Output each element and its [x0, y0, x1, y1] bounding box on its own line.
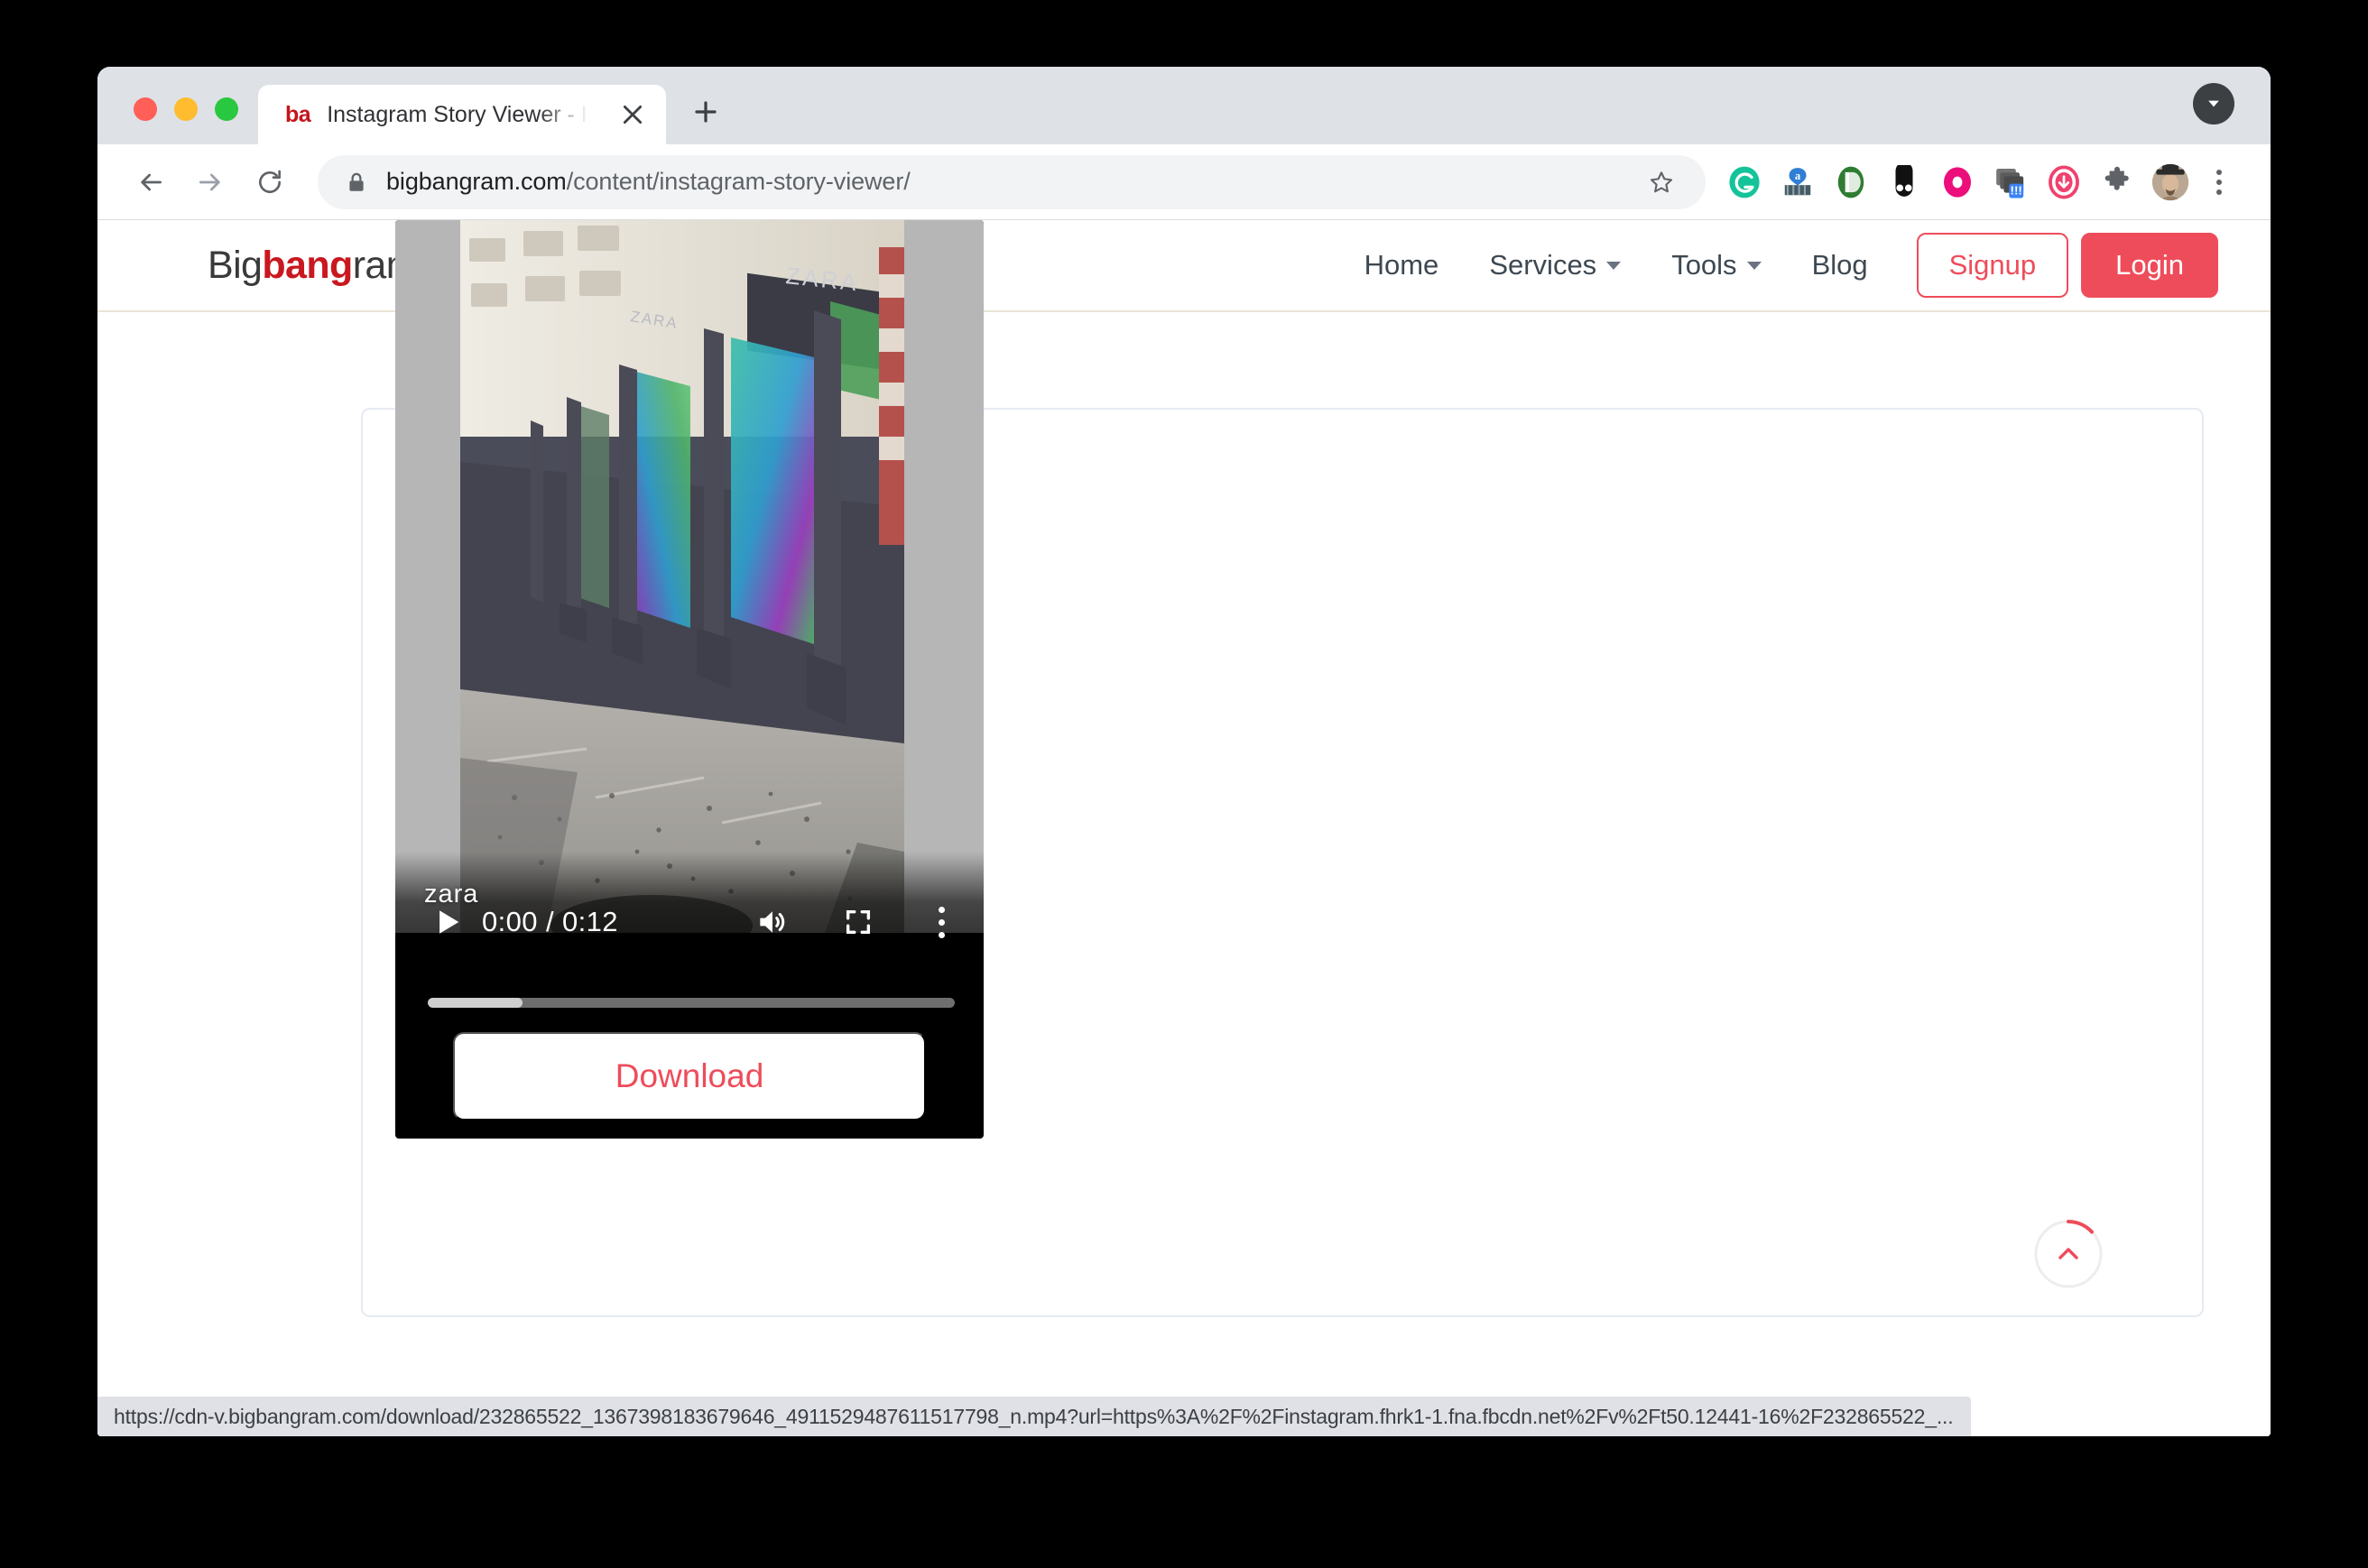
close-window-button[interactable]: [134, 97, 157, 121]
minimize-window-button[interactable]: [174, 97, 198, 121]
site-navigation: Home Services Tools Blog Signup Login: [1339, 233, 2218, 298]
url-path: /content/instagram-story-viewer/: [566, 168, 911, 195]
nav-item-services[interactable]: Services: [1464, 249, 1646, 281]
tab-title: Instagram Story Viewer - Insta: [327, 101, 597, 127]
dark-reader-icon[interactable]: [1880, 158, 1929, 207]
page-content: Bigbangram Home Services Tools Blog Sign…: [97, 220, 2271, 1436]
window-traffic-lights: [97, 97, 258, 144]
profile-avatar[interactable]: [2146, 158, 2195, 207]
pocket-icon[interactable]: [1827, 158, 1875, 207]
video-progress-bar[interactable]: [428, 998, 955, 1008]
video-downloader-icon[interactable]: [2040, 158, 2088, 207]
image-downloader-icon[interactable]: !!!: [1986, 158, 2035, 207]
logo-part-2: bang: [262, 243, 353, 287]
zara-storefront-illustration: ZARA ZARA: [460, 220, 904, 933]
status-bar-url: https://cdn-v.bigbangram.com/download/23…: [114, 1404, 1954, 1428]
video-controls-bar: 0:00 / 0:12: [395, 852, 984, 992]
pink-circle-extension-icon[interactable]: [1933, 158, 1982, 207]
browser-window: ba Instagram Story Viewer - Insta: [97, 67, 2271, 1436]
status-bar: https://cdn-v.bigbangram.com/download/23…: [97, 1397, 1972, 1436]
video-still-frame: ZARA ZARA: [460, 220, 904, 933]
more-options-icon[interactable]: [928, 898, 955, 946]
url-domain: bigbangram.com: [386, 168, 567, 195]
volume-on-icon[interactable]: [747, 898, 796, 946]
url-text: bigbangram.com/content/instagram-story-v…: [386, 168, 1619, 196]
lock-icon: [345, 171, 368, 194]
three-dot-menu-icon[interactable]: [2198, 158, 2240, 207]
grammarly-icon[interactable]: [1720, 158, 1769, 207]
forward-arrow-icon[interactable]: [182, 154, 238, 210]
login-button[interactable]: Login: [2081, 233, 2218, 298]
download-button[interactable]: Download: [453, 1032, 926, 1121]
tab-favicon: ba: [285, 101, 311, 127]
tab-strip: ba Instagram Story Viewer - Insta: [97, 67, 2271, 144]
close-icon[interactable]: [614, 96, 652, 134]
maximize-window-button[interactable]: [215, 97, 238, 121]
puzzle-extensions-icon[interactable]: [2093, 158, 2141, 207]
signup-button[interactable]: Signup: [1916, 233, 2069, 298]
video-watermark: zara: [424, 880, 479, 909]
video-viewport: ZARA ZARA zara: [395, 220, 984, 933]
plus-icon[interactable]: [680, 87, 731, 137]
scroll-to-top-button[interactable]: [2030, 1216, 2106, 1292]
amazon-assistant-icon[interactable]: a: [1773, 158, 1822, 207]
video-time-display: 0:00 / 0:12: [482, 906, 618, 937]
nav-label: Home: [1364, 249, 1439, 281]
story-result-card: ZARA ZARA zara 0:00 / 0:12 Download: [361, 220, 2204, 1317]
svg-text:a: a: [1795, 169, 1801, 181]
chevron-down-icon: [1746, 261, 1762, 270]
svg-text:!!!: !!!: [2011, 183, 2022, 197]
video-progress-buffer: [428, 998, 523, 1008]
address-bar[interactable]: bigbangram.com/content/instagram-story-v…: [318, 154, 1706, 209]
browser-toolbar: bigbangram.com/content/instagram-story-v…: [97, 144, 2271, 220]
nav-label: Blog: [1811, 249, 1868, 281]
chevron-down-icon: [1606, 261, 1622, 270]
back-arrow-icon[interactable]: [123, 154, 179, 210]
logo-part-1: Big: [208, 243, 263, 287]
reload-icon[interactable]: [242, 154, 298, 210]
bookmark-star-icon[interactable]: [1637, 158, 1686, 207]
nav-label: Tools: [1671, 249, 1737, 281]
nav-label: Services: [1489, 249, 1597, 281]
browser-tab[interactable]: ba Instagram Story Viewer - Insta: [258, 85, 666, 144]
nav-item-blog[interactable]: Blog: [1787, 249, 1893, 281]
nav-item-home[interactable]: Home: [1339, 249, 1465, 281]
tab-search-chevron-icon[interactable]: [2193, 83, 2234, 125]
site-logo[interactable]: Bigbangram: [208, 243, 419, 288]
video-player[interactable]: ZARA ZARA zara 0:00 / 0:12 Download: [395, 220, 984, 1139]
fullscreen-icon[interactable]: [836, 899, 881, 945]
extension-tray: a !!!: [1720, 158, 2195, 207]
nav-item-tools[interactable]: Tools: [1646, 249, 1786, 281]
